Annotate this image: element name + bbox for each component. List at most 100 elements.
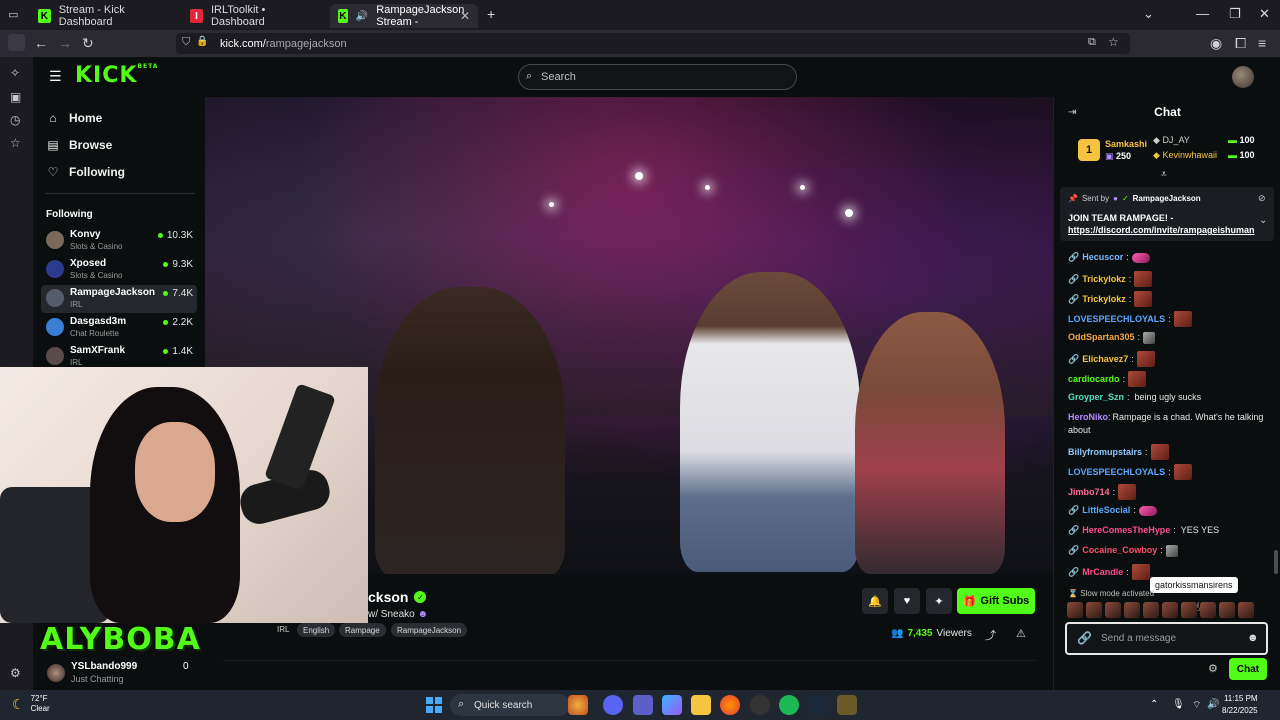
chat-username[interactable]: HeroNiko <box>1068 412 1108 422</box>
emote[interactable] <box>1124 602 1140 618</box>
clip-button[interactable]: ✦ <box>926 588 952 614</box>
chevron-down-icon[interactable]: ⌄ <box>1143 6 1154 22</box>
app-icon[interactable] <box>837 695 857 715</box>
chat-emote[interactable] <box>1131 564 1150 580</box>
emote[interactable] <box>1238 602 1254 618</box>
emote[interactable] <box>1162 602 1178 618</box>
back-icon[interactable]: ← <box>34 35 48 51</box>
chat-username[interactable]: MrCandle <box>1082 566 1123 579</box>
chat-username[interactable]: LittleSocial <box>1082 504 1130 517</box>
chat-emote[interactable] <box>1128 371 1147 387</box>
chat-username[interactable]: cardiocardo <box>1068 373 1120 386</box>
discord-icon[interactable] <box>603 695 623 715</box>
kick-logo[interactable]: KICKBETA <box>75 63 158 88</box>
lock-icon[interactable]: 🔒 <box>196 36 208 47</box>
spotify-icon[interactable] <box>779 695 799 715</box>
tag-rampagejackson[interactable]: RampageJackson <box>391 623 468 637</box>
chat-username[interactable]: HereComesTheHype <box>1082 524 1170 537</box>
ai-sparkle-icon[interactable]: ✧ <box>10 66 20 80</box>
chat-username[interactable]: OddSpartan305 <box>1068 331 1135 344</box>
restore-icon[interactable]: ❐ <box>1229 6 1241 22</box>
settings-gear-icon[interactable]: ⚙ <box>10 666 21 680</box>
tag-rampage[interactable]: Rampage <box>339 623 386 637</box>
pinned-link[interactable]: https://discord.com/invite/rampageishuma… <box>1068 225 1255 235</box>
chat-username[interactable]: Trickylokz <box>1082 273 1126 286</box>
mic-icon[interactable]: 🎙 <box>1172 699 1185 710</box>
picture-in-picture-icon[interactable]: ⧉ <box>1088 36 1096 49</box>
tray-chevron-icon[interactable]: ⌃ <box>1150 699 1158 710</box>
chat-username[interactable]: Elichavez7 <box>1082 353 1128 366</box>
share-icon[interactable]: ⤴ <box>985 627 996 643</box>
emote[interactable] <box>1219 602 1235 618</box>
chat-emote[interactable] <box>1134 291 1153 307</box>
close-window-icon[interactable]: ✕ <box>1259 6 1270 22</box>
report-icon[interactable]: ⚠ <box>1016 627 1026 640</box>
search-input[interactable]: ⌕ Search <box>518 64 797 90</box>
tab-kick-dashboard[interactable]: K Stream - Kick Dashboard <box>30 4 178 28</box>
menu-icon[interactable]: ≡ <box>1258 35 1266 51</box>
steam-icon[interactable] <box>808 695 828 715</box>
chat-emote[interactable] <box>1136 351 1155 367</box>
chat-emote[interactable] <box>1173 464 1192 480</box>
user-avatar[interactable] <box>1232 66 1254 88</box>
firefox-icon[interactable] <box>720 695 740 715</box>
minimize-icon[interactable]: — <box>1196 6 1209 21</box>
chat-scrollbar[interactable] <box>1274 550 1278 574</box>
url-bar[interactable]: ⛉ 🔒 kick.com/rampagejackson ⧉ ☆ <box>176 33 1130 54</box>
chat-username[interactable]: Groyper_Szn <box>1068 391 1124 404</box>
follow-button[interactable]: ♥ <box>894 588 920 614</box>
start-button[interactable] <box>426 697 442 713</box>
tag-english[interactable]: English <box>297 623 336 637</box>
hamburger-menu-icon[interactable]: ☰ <box>49 68 62 85</box>
notification-bell-button[interactable]: 🔔 <box>862 588 888 614</box>
chat-message-input[interactable]: 🔗 Send a message ☻ <box>1065 622 1268 655</box>
followed-channel-konvy[interactable]: Konvy Slots & Casino 10.3K <box>41 227 197 255</box>
tab-list-icon[interactable]: ▭ <box>8 8 18 21</box>
shield-icon[interactable]: ⛉ <box>182 36 190 49</box>
emote[interactable] <box>1105 602 1121 618</box>
emoji-picker-icon[interactable]: ☻ <box>1247 632 1259 644</box>
chat-username[interactable]: Jimbo714 <box>1068 486 1110 499</box>
weather-widget[interactable]: ☾ 72°F Clear <box>12 694 50 714</box>
bookmark-star-icon[interactable]: ☆ <box>1108 35 1119 49</box>
expand-leaderboard-icon[interactable]: ⩡ <box>1161 169 1167 180</box>
followed-channel-xposed[interactable]: Xposed Slots & Casino 9.3K <box>41 256 197 284</box>
tab-rampagejackson[interactable]: K 🔊 RampageJackson Stream - ✕ <box>330 4 478 28</box>
nav-home[interactable]: ⌂ Home <box>47 111 102 125</box>
reload-icon[interactable]: ↻ <box>82 35 94 52</box>
close-tab-icon[interactable]: ✕ <box>460 9 470 23</box>
nav-following[interactable]: ♡ Following <box>47 165 125 179</box>
copilot-icon[interactable] <box>662 695 682 715</box>
emote[interactable] <box>1086 602 1102 618</box>
sidebar-toggle-icon[interactable] <box>8 34 25 51</box>
followed-channel-dasgasd3m[interactable]: Dasgasd3m Chat Roulette 2.2K <box>41 314 197 342</box>
chat-emote[interactable] <box>1131 252 1150 263</box>
audio-icon[interactable]: 🔊 <box>356 11 368 22</box>
link-icon[interactable]: 🔗 <box>1077 631 1092 645</box>
app-icon[interactable] <box>568 695 588 715</box>
unpin-icon[interactable]: ⊘ <box>1258 193 1266 204</box>
emote[interactable] <box>1181 602 1197 618</box>
chat-emote[interactable] <box>1173 311 1192 327</box>
wifi-icon[interactable]: ⌔ <box>1192 699 1201 712</box>
clock[interactable]: 11:15 PM 8/22/2025 <box>1222 693 1258 717</box>
obs-icon[interactable] <box>750 695 770 715</box>
category-link[interactable]: IRL <box>277 625 289 634</box>
chevron-down-icon[interactable]: ⌄ <box>1259 215 1267 226</box>
chat-emote[interactable] <box>1143 331 1156 344</box>
file-explorer-icon[interactable] <box>691 695 711 715</box>
volume-icon[interactable]: 🔊 <box>1207 699 1219 710</box>
chat-username[interactable]: Trickylokz <box>1082 293 1126 306</box>
nav-browse[interactable]: ▤ Browse <box>47 138 112 152</box>
chat-username[interactable]: LOVESPEECHLOYALS <box>1068 466 1165 479</box>
chat-settings-icon[interactable]: ⚙ <box>1208 662 1218 675</box>
account-icon[interactable]: ◉ <box>1210 35 1222 52</box>
new-tab-button[interactable]: + <box>487 6 495 22</box>
emote[interactable] <box>1200 602 1216 618</box>
teams-icon[interactable] <box>633 695 653 715</box>
live-channel-card[interactable]: YSLbando999 Just Chatting 0 <box>33 656 204 690</box>
bookmarks-icon[interactable]: ☆ <box>10 136 21 150</box>
emote[interactable] <box>1067 602 1083 618</box>
send-chat-button[interactable]: Chat <box>1229 658 1267 680</box>
extensions-icon[interactable]: ⧠ <box>1235 35 1246 52</box>
